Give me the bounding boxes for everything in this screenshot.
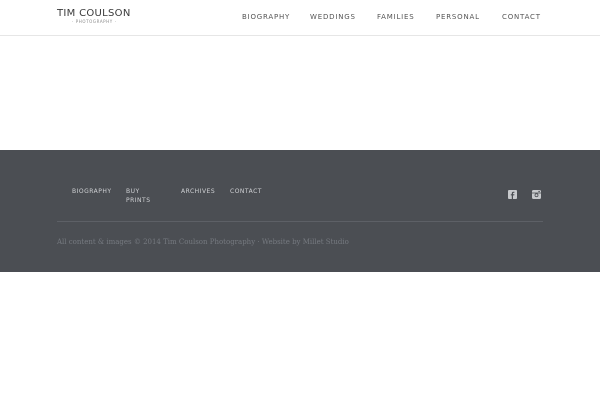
facebook-icon[interactable] <box>508 186 517 199</box>
nav-biography[interactable]: BIOGRAPHY <box>242 13 290 22</box>
footer-nav-buy-prints[interactable]: BUY PRINTS <box>126 187 158 205</box>
footer-divider <box>57 221 543 222</box>
nav-weddings[interactable]: WEDDINGS <box>310 13 356 22</box>
nav-families[interactable]: FAMILIES <box>377 13 415 22</box>
page-bottom <box>0 272 600 400</box>
site-footer: BIOGRAPHY BUY PRINTS ARCHIVES CONTACT Al… <box>0 150 600 272</box>
instagram-icon[interactable] <box>532 186 541 199</box>
footer-nav-contact[interactable]: CONTACT <box>230 187 262 196</box>
copyright-text: All content & images © 2014 Tim Coulson … <box>57 238 349 246</box>
main-content <box>0 36 600 150</box>
footer-nav-biography[interactable]: BIOGRAPHY <box>72 187 112 196</box>
main-nav: BIOGRAPHY WEDDINGS FAMILIES PERSONAL CON… <box>0 13 600 23</box>
nav-personal[interactable]: PERSONAL <box>436 13 480 22</box>
site-header: TIM COULSON · PHOTOGRAPHY · BIOGRAPHY WE… <box>0 0 600 36</box>
nav-contact[interactable]: CONTACT <box>502 13 541 22</box>
footer-nav-archives[interactable]: ARCHIVES <box>181 187 215 196</box>
